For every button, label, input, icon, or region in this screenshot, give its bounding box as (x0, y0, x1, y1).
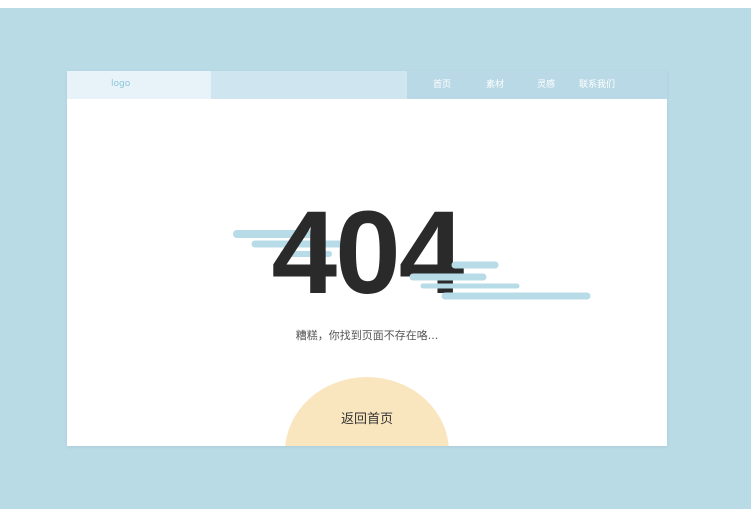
back-home-label: 返回首页 (340, 412, 393, 427)
top-strip (0, 0, 751, 8)
page-card: logo 首页 素材 灵感 联系我们 404 糟糕，你找到页面不存在咯... 返… (67, 71, 667, 446)
error-message: 糟糕，你找到页面不存在咯... (295, 329, 439, 342)
